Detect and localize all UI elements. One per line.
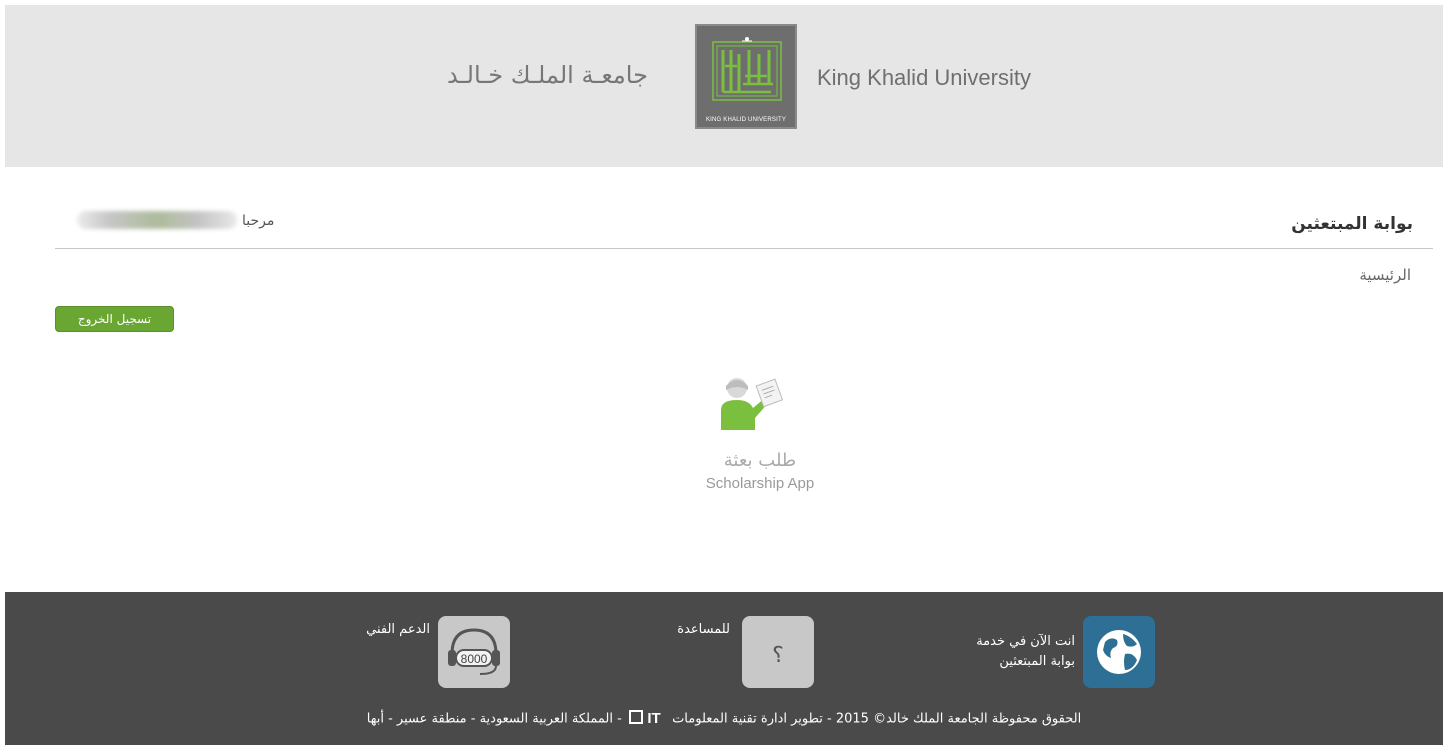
copyright-part2: - المملكة العربية السعودية - منطقة عسير … [366,711,622,727]
portal-title: بوابة المبتعثين [1291,214,1413,234]
copyright-text: الحقوق محفوظة الجامعة الملك خالد© 2015 -… [5,709,1443,729]
portal-bar: بوابة المبتعثين مرحبا [55,196,1433,249]
breadcrumb-home[interactable]: الرئيسية [1359,266,1411,284]
site-header: جامعـة الملـك خـالـد KING KHALID UNIVERS… [5,5,1443,167]
footer-service-line1: انت الآن في خدمة [976,634,1075,649]
support-number: 8000 [461,652,488,666]
footer-service-text: انت الآن في خدمة بوابة المبتعثين [976,632,1075,672]
copyright-part1: الحقوق محفوظة الجامعة الملك خالد© 2015 -… [672,711,1082,727]
help-glyph: ؟ [772,643,784,668]
footer-help-item[interactable]: ؟ للمساعدة [655,616,815,691]
footer-service-item: انت الآن في خدمة بوابة المبتعثين [935,616,1160,691]
scholarship-app-tile[interactable]: طلب بعثة Scholarship App [660,360,860,500]
user-name-blurred [77,211,237,229]
logout-button[interactable]: تسجيل الخروج [55,306,174,332]
help-question-icon[interactable]: ؟ [742,616,814,688]
help-label[interactable]: للمساعدة [677,620,730,640]
student-with-document-icon [721,378,784,430]
welcome-label: مرحبا [242,213,275,229]
footer-support-item[interactable]: 8000 الدعم الفني [335,616,515,691]
globe-icon [1083,616,1155,688]
it-logo-text: IT [647,710,660,725]
site-footer: انت الآن في خدمة بوابة المبتعثين ؟ للمسا… [5,592,1443,745]
university-name-arabic: جامعـة الملـك خـالـد [447,61,648,89]
it-department-logo: IT [628,709,665,729]
emblem-caption: KING KHALID UNIVERSITY [705,117,787,123]
app-title-arabic: طلب بعثة [723,450,797,471]
university-name-english: King Khalid University [817,65,1031,90]
headset-support-icon[interactable]: 8000 [438,616,510,688]
app-title-english: Scholarship App [705,475,815,492]
calligraphy-emblem-icon [712,37,782,101]
university-emblem-logo[interactable]: KING KHALID UNIVERSITY [695,24,797,129]
support-label[interactable]: الدعم الفني [366,620,430,640]
footer-service-line2: بوابة المبتعثين [999,654,1075,669]
